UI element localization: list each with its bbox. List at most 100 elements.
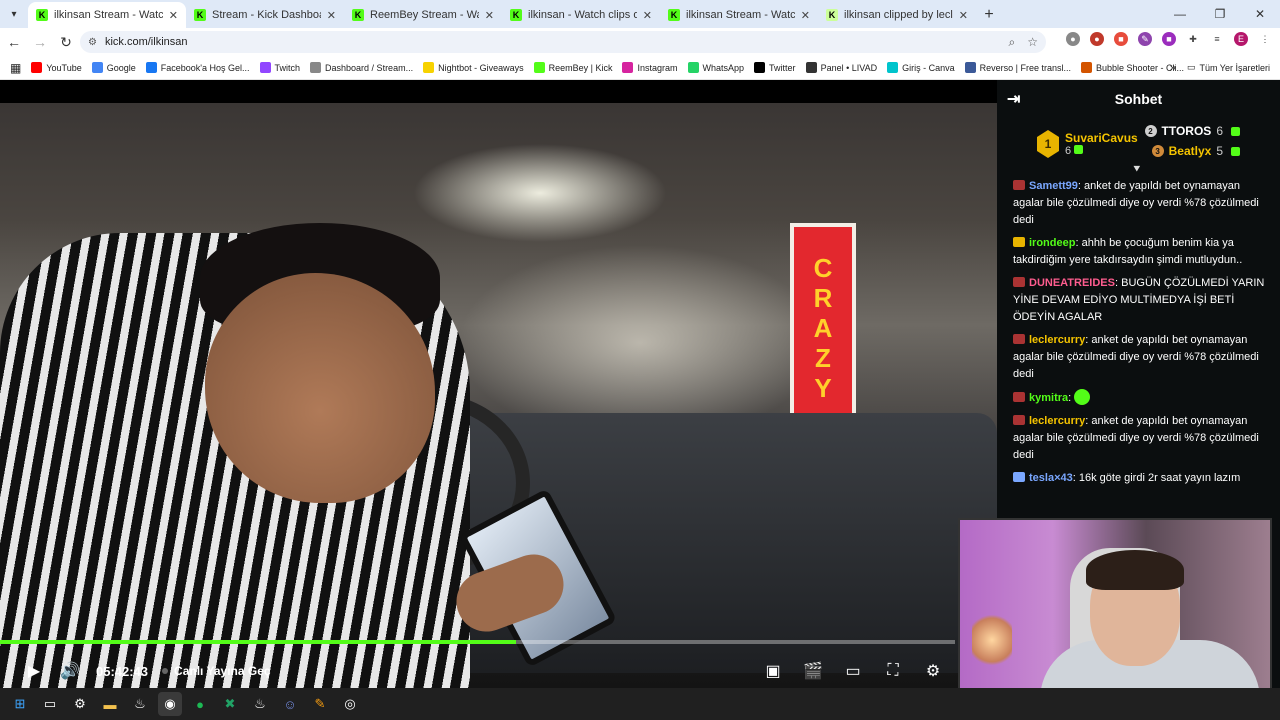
bookmark-item[interactable]: WhatsApp <box>687 62 745 73</box>
chat-username[interactable]: leclercurry <box>1029 415 1085 427</box>
video-player[interactable]: CRAZY ▶ 🔊 05:42:43 Canlı Yayına Geç ▣ 🎬 … <box>0 80 997 688</box>
adblock-icon[interactable]: ■ <box>1114 32 1128 46</box>
gift-icon <box>1231 126 1240 136</box>
extension-icon[interactable]: ✎ <box>1138 32 1152 46</box>
new-tab-button[interactable]: + <box>976 2 1002 28</box>
miniplayer-icon[interactable]: ▣ <box>761 659 785 683</box>
bookmark-item[interactable]: Twitter <box>754 62 796 73</box>
fullscreen-icon[interactable]: ⛶ <box>881 659 905 683</box>
spotify-icon[interactable]: ● <box>188 692 212 716</box>
extension-icon[interactable]: ■ <box>1162 32 1176 46</box>
theater-mode-icon[interactable]: ▭ <box>841 659 865 683</box>
chat-username[interactable]: kymitra <box>1029 392 1068 404</box>
bookmark-label: ReemBey | Kick <box>548 62 613 73</box>
user-badge-icon <box>1013 392 1025 402</box>
tab-search-menu[interactable]: ▾ <box>0 0 28 28</box>
bookmark-item[interactable]: Nightbot - Giveaways <box>423 62 524 73</box>
leader-first[interactable]: 1 SuvariCavus 6 <box>1037 130 1138 158</box>
close-tab-icon[interactable]: ✕ <box>643 9 652 22</box>
seek-bar[interactable] <box>0 640 955 644</box>
collapse-chat-icon[interactable]: ⇥ <box>1007 89 1020 109</box>
steam-icon[interactable]: ♨ <box>248 692 272 716</box>
chat-username[interactable]: tesla×43 <box>1029 472 1073 484</box>
tab-title: ilkinsan clipped by leclercurry <box>844 9 953 21</box>
restore-icon[interactable]: ❐ <box>1200 0 1240 28</box>
browser-tab[interactable]: Kilkinsan clipped by leclercurry ✕ <box>818 2 976 28</box>
settings-icon[interactable]: ⚙ <box>921 659 945 683</box>
bookmarks-overflow-icon[interactable]: » <box>1170 62 1176 74</box>
profile-avatar[interactable]: E <box>1234 32 1248 46</box>
bookmark-item[interactable]: Dashboard / Stream... <box>310 62 413 73</box>
reading-list-icon[interactable]: ≡ <box>1210 32 1224 46</box>
bookmark-item[interactable]: Bubble Shooter - Cli... <box>1080 62 1184 73</box>
reload-icon[interactable]: ↻ <box>54 30 78 54</box>
play-icon[interactable]: ▶ <box>22 659 46 683</box>
video-frame: CRAZY <box>0 103 997 688</box>
obs-icon[interactable]: ◎ <box>338 692 362 716</box>
close-tab-icon[interactable]: ✕ <box>959 9 968 22</box>
bookmark-item[interactable]: Reverso | Free transl... <box>964 62 1071 73</box>
extension-icon[interactable]: ● <box>1066 32 1080 46</box>
chat-message: kymitra: <box>1013 389 1270 407</box>
chat-username[interactable]: Samett99 <box>1029 180 1078 192</box>
url-bar[interactable]: ⚙ kick.com/ilkinsan ⌕ ☆ <box>80 31 1046 53</box>
bookmark-item[interactable]: Google <box>91 62 136 73</box>
close-tab-icon[interactable]: ✕ <box>485 9 494 22</box>
browser-tab[interactable]: Kilkinsan Stream - Watch Live on Kick ✕ <box>28 2 186 28</box>
leader-second[interactable]: 2 TTOROS 6 <box>1144 124 1240 138</box>
zoom-icon[interactable]: ⌕ <box>1009 35 1016 50</box>
browser-tab[interactable]: K Stream - Kick Dashboard ✕ <box>186 2 344 28</box>
browser-tab[interactable]: K ReemBey Stream - Watch Live on Kick ✕ <box>344 2 502 28</box>
site-info-icon[interactable]: ⚙ <box>88 37 97 48</box>
task-view-icon[interactable]: ▭ <box>38 692 62 716</box>
chat-messages: Samett99: anket de yapıldı bet oynamayan… <box>997 174 1280 487</box>
steam-icon[interactable]: ♨ <box>128 692 152 716</box>
chat-username[interactable]: leclercurry <box>1029 334 1085 346</box>
bookmark-item[interactable]: Twitch <box>259 62 300 73</box>
close-tab-icon[interactable]: ✕ <box>327 9 336 22</box>
close-window-icon[interactable]: ✕ <box>1240 0 1280 28</box>
leader-third[interactable]: 3 Beatlyx 5 <box>1151 144 1240 158</box>
discord-icon[interactable]: ☺ <box>278 692 302 716</box>
excel-icon[interactable]: ✖ <box>218 692 242 716</box>
chat-username[interactable]: DUNEATREIDES <box>1029 277 1115 289</box>
bookmark-item[interactable]: Panel • LIVAD <box>805 62 877 73</box>
go-live-button[interactable]: Canlı Yayına Geç <box>162 664 271 678</box>
browser-menu-icon[interactable]: ⋮ <box>1258 32 1272 46</box>
bookmark-star-icon[interactable]: ☆ <box>1027 35 1038 50</box>
bookmark-item[interactable]: ReemBey | Kick <box>533 62 613 73</box>
bookmark-item[interactable]: Giriş - Canva <box>887 62 955 73</box>
forward-icon[interactable]: → <box>28 30 52 54</box>
settings-app-icon[interactable]: ⚙ <box>68 692 92 716</box>
extensions-puzzle-icon[interactable]: ✚ <box>1186 32 1200 46</box>
bookmark-label: WhatsApp <box>702 62 745 73</box>
file-explorer-icon[interactable]: ▬ <box>98 692 122 716</box>
chat-title: Sohbet <box>1114 91 1163 107</box>
leader-second-name: TTOROS <box>1161 124 1212 138</box>
apps-icon[interactable]: ▦ <box>10 61 21 75</box>
browser-tab[interactable]: Kilkinsan - Watch clips on Kick ✕ <box>502 2 660 28</box>
clip-icon[interactable]: 🎬 <box>801 659 825 683</box>
kick-favicon-icon: K <box>668 9 680 21</box>
chat-username[interactable]: irondeep <box>1029 237 1075 249</box>
leader-second-count: 6 <box>1216 124 1223 138</box>
volume-icon[interactable]: 🔊 <box>58 659 82 683</box>
expand-leaderboard-icon[interactable]: ⯆ <box>1132 162 1142 177</box>
all-bookmarks-label: Tüm Yer İşaretleri <box>1199 62 1270 73</box>
gift-icon <box>1231 146 1240 156</box>
bookmark-item[interactable]: Facebook'a Hoş Gel... <box>145 62 250 73</box>
close-tab-icon[interactable]: ✕ <box>801 9 810 22</box>
chrome-icon[interactable]: ◉ <box>158 692 182 716</box>
bookmark-favicon-icon <box>145 62 157 73</box>
webcam-person-hair <box>1086 550 1184 590</box>
bookmark-item[interactable]: YouTube <box>31 62 82 73</box>
bookmark-item[interactable]: Instagram <box>622 62 678 73</box>
back-icon[interactable]: ← <box>2 30 26 54</box>
close-tab-icon[interactable]: ✕ <box>169 9 178 22</box>
extension-icon[interactable]: ● <box>1090 32 1104 46</box>
start-icon[interactable]: ⊞ <box>8 692 32 716</box>
minimize-icon[interactable]: — <box>1160 0 1200 28</box>
browser-tab[interactable]: Kilkinsan Stream - Watch Live on Kick ✕ <box>660 2 818 28</box>
pen-app-icon[interactable]: ✎ <box>308 692 332 716</box>
all-bookmarks[interactable]: ▭ Tüm Yer İşaretleri <box>1187 62 1270 73</box>
